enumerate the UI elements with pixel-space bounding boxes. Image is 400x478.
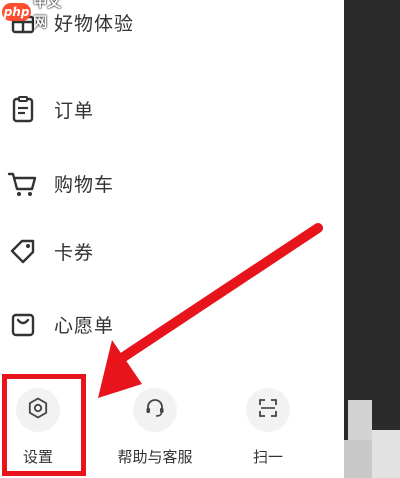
scan-button[interactable]: 扫一 [238, 380, 298, 478]
scan-icon-circle [246, 388, 290, 432]
app-screen: 好物体验 订单 购物车 卡券 心愿单 设置 帮助与客服 扫一 php 中文网 [0, 0, 400, 478]
menu-item-wishlist[interactable]: 心愿单 [0, 296, 344, 352]
scan-label: 扫一 [252, 448, 283, 466]
menu-item-cart[interactable]: 购物车 [0, 155, 344, 211]
menu-item-label: 卡券 [54, 241, 95, 264]
blurred-region [348, 400, 372, 440]
menu-item-orders[interactable]: 订单 [0, 81, 344, 137]
site-watermark: php 中文网 [0, 0, 74, 31]
coupon-tag-icon [6, 234, 40, 268]
menu-item-label: 心愿单 [54, 314, 115, 337]
dimmed-main-content[interactable] [344, 0, 400, 478]
menu-item-coupons[interactable]: 卡券 [0, 223, 344, 279]
annotation-highlight-box [2, 374, 86, 476]
scan-icon [256, 396, 280, 424]
help-service-button[interactable]: 帮助与客服 [110, 380, 200, 478]
blurred-region [344, 440, 372, 478]
clipboard-icon [6, 92, 40, 126]
shopping-cart-icon [6, 166, 40, 200]
watermark-text: 中文网 [33, 0, 62, 31]
menu-item-label: 购物车 [54, 173, 115, 196]
help-icon-circle [133, 388, 177, 432]
help-service-label: 帮助与客服 [117, 448, 193, 466]
blurred-region [372, 430, 400, 478]
wishlist-bag-icon [6, 307, 40, 341]
php-logo: php [2, 3, 32, 21]
menu-item-label: 订单 [54, 99, 95, 122]
headset-icon [143, 396, 167, 424]
